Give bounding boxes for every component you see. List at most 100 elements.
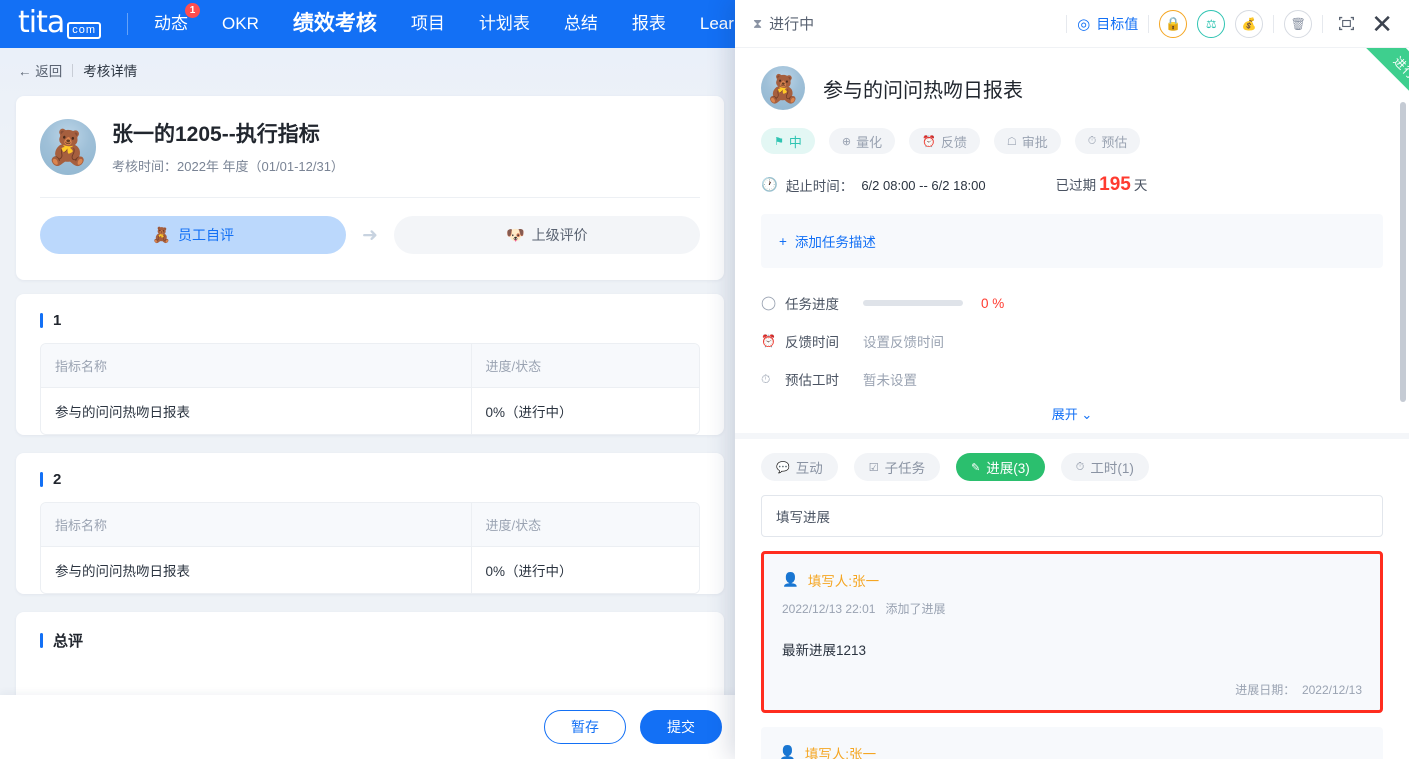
- chip-quantify[interactable]: ⊕ 量化: [828, 128, 896, 154]
- meta-row-estimated-hours[interactable]: ⏱ 预估工时 暂未设置: [761, 360, 1383, 398]
- indicator-section-1: 1 指标名称 进度/状态 起止日期 参与的问问热吻日报表 0%（进行中）: [16, 294, 724, 435]
- chip-feedback[interactable]: ⏰ 反馈: [909, 128, 980, 154]
- tab-subtasks[interactable]: ☑ 子任务: [853, 453, 941, 481]
- nav-item-dongtai[interactable]: 动态 1: [154, 0, 201, 48]
- overdue-prefix: 已过期: [1055, 178, 1097, 193]
- nav-item-plan[interactable]: 计划表: [479, 0, 530, 48]
- task-status[interactable]: ⧗ 进行中: [753, 13, 814, 34]
- meta-label: 反馈时间: [785, 335, 839, 350]
- hero-content: 🧸 张一的1205--执行指标 考核时间：2022年 年度（01/01-12/3…: [16, 96, 724, 198]
- money-bag-button[interactable]: 💰: [1235, 9, 1264, 38]
- submit-button[interactable]: 提交: [640, 710, 722, 744]
- plus-icon: +: [779, 233, 787, 249]
- step-label: 上级评价: [531, 227, 588, 243]
- appraisal-detail-page: ← 返回 考核详情 🧸 张一的1205--执行指标 考核时间：2022年 年度（…: [0, 48, 740, 759]
- table-row[interactable]: 参与的问问热吻日报表 0%（进行中） 2022/06/02: [41, 387, 699, 434]
- tab-worktime[interactable]: ⏱ 工时(1): [1060, 453, 1149, 481]
- entry-time-value: 2022/12/13 22:01: [782, 602, 876, 616]
- app-root: tita com 动态 1 OKR 绩效考核 项目 计划表 总结 报表 Lear…: [0, 0, 1409, 759]
- table-row[interactable]: 参与的问问热吻日报表 0%（进行中） 2022/06/02: [41, 546, 699, 593]
- chip-label: 中: [788, 134, 802, 150]
- step-manager-evaluation[interactable]: 🐶 上级评价: [393, 216, 700, 254]
- expand-icon: [1338, 16, 1354, 31]
- scrollbar-thumb[interactable]: [1400, 102, 1406, 402]
- chip-label: 审批: [1021, 134, 1048, 150]
- overdue-suffix: 天: [1133, 178, 1148, 193]
- close-button[interactable]: ✕: [1369, 11, 1395, 37]
- person-icon: ☖: [1006, 135, 1017, 148]
- cell-indicator-name: 参与的问问热吻日报表: [41, 546, 472, 593]
- tab-progress[interactable]: ✎ 进展(3): [956, 453, 1045, 481]
- entry-author-label: 填写人:张一: [804, 747, 877, 759]
- chevron-down-icon: ⌄: [1081, 407, 1093, 422]
- entry-author: 👤 填写人:张一: [782, 570, 1362, 590]
- meta-row-progress[interactable]: ◯ 任务进度 0 %: [761, 284, 1383, 322]
- drawer-scroll-area[interactable]: 进行中 🧸 参与的问问热吻日报表 ⚑ 中 ⊕ 量化 ⏰ 反馈 ☖ 审批 ⏱ 预估…: [735, 48, 1409, 759]
- chip-priority[interactable]: ⚑ 中: [761, 128, 815, 154]
- hero-text: 张一的1205--执行指标 考核时间：2022年 年度（01/01-12/31）: [112, 118, 344, 175]
- chip-estimate[interactable]: ⏱ 预估: [1074, 128, 1141, 154]
- header-divider: [1148, 14, 1150, 33]
- chip-label: 量化: [856, 134, 883, 150]
- time-label: 起止时间：: [785, 179, 854, 194]
- drawer-scrollbar[interactable]: [1400, 102, 1406, 759]
- nav-item-summary[interactable]: 总结: [564, 0, 598, 48]
- tita-logo[interactable]: tita com: [18, 0, 102, 48]
- checklist-icon: ☑: [868, 461, 879, 474]
- weight-button[interactable]: ⚖: [1197, 9, 1226, 38]
- entry-timestamp: 2022/12/13 22:01 添加了进展: [782, 600, 1362, 617]
- section-title: 2: [16, 453, 724, 502]
- add-description-link[interactable]: + 添加任务描述: [779, 231, 876, 251]
- stopwatch-icon: ⏱: [1087, 134, 1097, 147]
- task-description-box[interactable]: + 添加任务描述: [761, 214, 1383, 268]
- cell-progress-status: 0%（进行中）: [471, 387, 699, 434]
- meta-value[interactable]: 暂未设置: [863, 369, 917, 389]
- breadcrumb: ← 返回 考核详情: [0, 48, 740, 92]
- stopwatch-icon: ⏱: [761, 371, 771, 386]
- tab-label: 子任务: [884, 461, 926, 476]
- step-label: 员工自评: [178, 227, 235, 243]
- expand-label: 展开: [1051, 407, 1078, 422]
- step-arrow-icon: ➜: [362, 224, 378, 246]
- hourglass-icon: ⧗: [753, 15, 763, 31]
- save-draft-button[interactable]: 暂存: [544, 710, 626, 744]
- breadcrumb-divider: [72, 63, 74, 77]
- time-value[interactable]: 6/2 08:00 -- 6/2 18:00: [861, 178, 985, 193]
- delete-button[interactable]: 🗑: [1284, 9, 1313, 38]
- tab-interaction[interactable]: 💬 互动: [761, 453, 838, 481]
- nav-item-performance[interactable]: 绩效考核: [293, 0, 377, 48]
- header-divider: [1273, 14, 1275, 33]
- progress-input[interactable]: 填写进展: [761, 495, 1383, 537]
- entry-content: 最新进展1213: [782, 643, 867, 658]
- expand-toggle[interactable]: 展开 ⌄: [761, 398, 1383, 433]
- add-description-label: 添加任务描述: [794, 235, 876, 250]
- column-header-name: 指标名称: [41, 344, 472, 388]
- entry-author-label: 填写人:张一: [807, 574, 880, 589]
- progress-bar[interactable]: [863, 300, 963, 306]
- back-label: 返回: [35, 64, 63, 79]
- lock-button[interactable]: 🔒: [1159, 9, 1188, 38]
- progress-entry-highlighted[interactable]: 👤 填写人:张一 2022/12/13 22:01 添加了进展 最新进展1213…: [761, 551, 1383, 713]
- back-link[interactable]: ← 返回: [18, 60, 62, 80]
- meta-value[interactable]: 设置反馈时间: [863, 331, 944, 351]
- task-status-label: 进行中: [769, 16, 815, 33]
- nav-item-okr[interactable]: OKR: [222, 0, 259, 48]
- lock-icon: 🔒: [1165, 15, 1182, 31]
- column-header-progress: 进度/状态: [471, 344, 699, 388]
- nav-divider: [127, 13, 129, 35]
- chip-approval[interactable]: ☖ 审批: [993, 128, 1061, 154]
- task-detail-drawer: ⧗ 进行中 ◎ 目标值 🔒 ⚖ 💰 🗑 ✕ 进行中 🧸 参与的问问热吻日报表 ⚑…: [735, 0, 1409, 759]
- goal-value-button[interactable]: ◎ 目标值: [1077, 14, 1138, 34]
- progress-entry[interactable]: 👤 填写人:张一 2022/06/09 15:03 添加了进展: [761, 727, 1383, 759]
- step-self-evaluation[interactable]: 🧸 员工自评: [40, 216, 347, 254]
- fullscreen-button[interactable]: [1333, 11, 1359, 37]
- meta-row-feedback-time[interactable]: ⏰ 反馈时间 设置反馈时间: [761, 322, 1383, 360]
- entry-action: 添加了进展: [885, 602, 946, 616]
- nav-item-label: 动态: [154, 14, 189, 33]
- task-meta-list: ◯ 任务进度 0 % ⏰ 反馈时间 设置反馈时间 ⏱ 预估工时 暂未设置 展开 …: [735, 268, 1409, 433]
- task-title: 参与的问问热吻日报表: [823, 79, 1023, 102]
- nav-item-report[interactable]: 报表: [632, 0, 666, 48]
- nav-item-project[interactable]: 项目: [411, 0, 445, 48]
- chip-label: 反馈: [940, 134, 967, 150]
- tab-label: 工时(1): [1090, 461, 1134, 476]
